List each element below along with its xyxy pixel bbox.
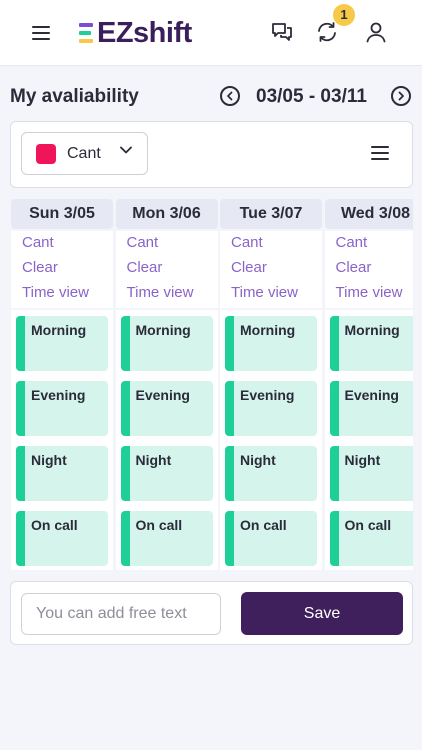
day-actions: Cant Clear Time view xyxy=(324,231,413,308)
day-actions: Cant Clear Time view xyxy=(11,231,113,308)
cant-link[interactable]: Cant xyxy=(127,234,159,251)
shift-slot-label: Evening xyxy=(344,387,399,403)
shift-slot-accent xyxy=(225,511,234,566)
shift-slot[interactable]: Evening xyxy=(120,381,213,436)
cant-link[interactable]: Cant xyxy=(231,234,263,251)
shift-slot-label: Morning xyxy=(135,322,191,338)
shift-slot-accent xyxy=(329,381,339,436)
shift-slot-label: Evening xyxy=(135,387,190,403)
day-column: Sun 3/05 Cant Clear Time view Morning Evening… xyxy=(10,198,113,570)
logo-mark-icon xyxy=(79,22,95,44)
cant-link[interactable]: Cant xyxy=(336,234,368,251)
shift-slot[interactable]: Morning xyxy=(120,316,213,371)
app-logo[interactable]: EZshift xyxy=(79,16,192,50)
shift-slot[interactable]: On call xyxy=(225,511,317,566)
note-save-card: Save xyxy=(10,581,413,645)
shift-slot-accent xyxy=(225,381,234,436)
cant-link[interactable]: Cant xyxy=(22,234,54,251)
day-column: Mon 3/06 Cant Clear Time view Morning Evening… xyxy=(115,198,218,570)
day-header: Sun 3/05 xyxy=(11,199,113,229)
time-view-link[interactable]: Time view xyxy=(22,284,89,301)
shift-slot-accent xyxy=(120,381,130,436)
shift-slot-accent xyxy=(16,381,25,436)
shift-slot-accent xyxy=(225,446,234,501)
week-grid: Sun 3/05 Cant Clear Time view Morning Evening… xyxy=(10,198,413,570)
shift-slot-label: On call xyxy=(344,517,392,533)
shift-slot-label: Night xyxy=(135,452,172,468)
logo-text: EZshift xyxy=(97,16,192,49)
availability-type-label: Cant xyxy=(67,145,101,162)
free-text-input[interactable] xyxy=(21,593,221,635)
availability-filter-card: Cant xyxy=(10,121,413,188)
cant-color-swatch xyxy=(36,144,56,164)
shift-slot-label: Evening xyxy=(31,387,86,403)
shift-slot-label: Night xyxy=(31,452,67,468)
top-bar: EZshift 1 xyxy=(0,0,422,66)
week-range: 03/05 - 03/11 xyxy=(256,86,367,107)
availability-type-select[interactable]: Cant xyxy=(21,132,148,175)
chat-bubbles-icon[interactable] xyxy=(270,20,294,44)
shift-slot-accent xyxy=(120,446,130,501)
shift-slot[interactable]: Evening xyxy=(225,381,317,436)
page-title: My avaliability xyxy=(10,86,139,107)
chevron-down-icon xyxy=(120,146,132,154)
shift-slot-label: On call xyxy=(135,517,183,533)
shift-slot-accent xyxy=(16,511,25,566)
chevron-left-icon xyxy=(227,91,233,101)
day-column: Wed 3/08 Cant Clear Time view Morning Evening… xyxy=(324,198,413,570)
save-button[interactable]: Save xyxy=(241,592,403,635)
day-column: Tue 3/07 Cant Clear Time view Morning Evening… xyxy=(219,198,322,570)
shift-slot-accent xyxy=(329,446,339,501)
user-profile-icon[interactable] xyxy=(364,20,388,44)
prev-week-button[interactable] xyxy=(220,86,240,106)
day-header: Mon 3/06 xyxy=(115,199,218,229)
clear-link[interactable]: Clear xyxy=(127,259,163,276)
shift-slot[interactable]: Evening xyxy=(16,381,108,436)
shift-slot-accent xyxy=(329,316,339,371)
shift-slot-label: On call xyxy=(240,517,287,533)
shift-slot-accent xyxy=(120,316,130,371)
chevron-right-icon xyxy=(398,91,404,101)
day-actions: Cant Clear Time view xyxy=(115,231,218,308)
shift-slot-accent xyxy=(16,446,25,501)
shift-slot[interactable]: On call xyxy=(120,511,213,566)
list-menu-icon[interactable] xyxy=(371,144,391,162)
shift-slot-accent xyxy=(16,316,25,371)
shift-slot-label: Morning xyxy=(344,322,400,338)
day-header: Wed 3/08 xyxy=(324,199,413,229)
shift-slot[interactable]: Morning xyxy=(225,316,317,371)
shift-slot-label: Night xyxy=(240,452,276,468)
shift-slot[interactable]: Morning xyxy=(16,316,108,371)
shift-slot-label: Night xyxy=(344,452,381,468)
shift-slot-accent xyxy=(329,511,339,566)
time-view-link[interactable]: Time view xyxy=(336,284,403,301)
shift-slot[interactable]: On call xyxy=(16,511,108,566)
shift-slot-accent xyxy=(225,316,234,371)
time-view-link[interactable]: Time view xyxy=(231,284,298,301)
next-week-button[interactable] xyxy=(391,86,411,106)
sync-arrows-icon[interactable] xyxy=(315,20,339,44)
shift-slot-label: On call xyxy=(31,517,78,533)
shift-slot-label: Morning xyxy=(31,322,87,338)
clear-link[interactable]: Clear xyxy=(336,259,372,276)
day-actions: Cant Clear Time view xyxy=(220,231,322,308)
shift-slot[interactable]: Evening xyxy=(329,381,413,436)
shift-slot[interactable]: Night xyxy=(120,446,213,501)
shift-slot[interactable]: Morning xyxy=(329,316,413,371)
clear-link[interactable]: Clear xyxy=(22,259,58,276)
shift-slot-accent xyxy=(120,511,130,566)
clear-link[interactable]: Clear xyxy=(231,259,267,276)
shift-slot[interactable]: On call xyxy=(329,511,413,566)
shift-slot[interactable]: Night xyxy=(225,446,317,501)
shift-slot[interactable]: Night xyxy=(16,446,108,501)
notification-badge: 1 xyxy=(333,4,355,26)
shift-slot[interactable]: Night xyxy=(329,446,413,501)
shift-slot-label: Evening xyxy=(240,387,295,403)
hamburger-menu-icon[interactable] xyxy=(32,24,52,42)
shift-slot-label: Morning xyxy=(240,322,296,338)
day-header: Tue 3/07 xyxy=(220,199,322,229)
time-view-link[interactable]: Time view xyxy=(127,284,194,301)
